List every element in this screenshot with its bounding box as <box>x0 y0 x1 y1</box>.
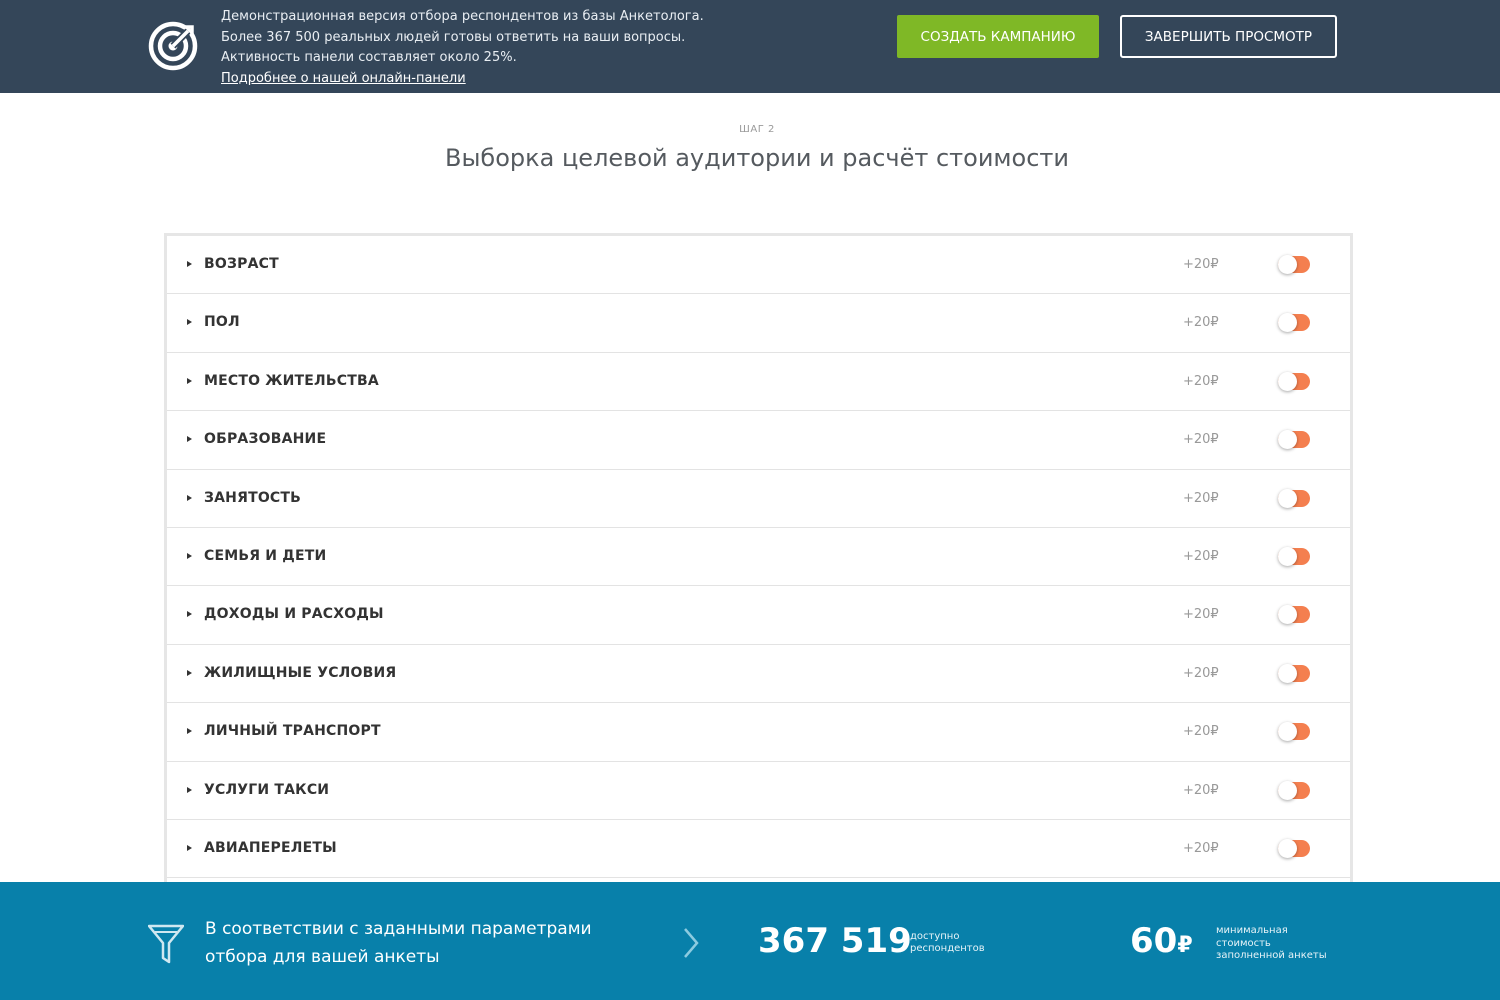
banner-line: Активность панели составляет около 25%. <box>221 50 517 65</box>
filter-toggle[interactable] <box>1278 722 1310 742</box>
caret-right-icon <box>187 377 192 384</box>
caret-right-icon <box>187 436 192 443</box>
caret-right-icon <box>187 319 192 326</box>
toggle-knob <box>1278 780 1297 800</box>
caret-right-icon <box>187 552 192 559</box>
banner-line: Более 367 500 реальных людей готовы отве… <box>221 29 686 45</box>
filter-row-family[interactable]: СЕМЬЯ И ДЕТИ +20₽ <box>167 528 1350 587</box>
filter-toggle[interactable] <box>1278 780 1310 800</box>
caret-right-icon <box>187 669 192 676</box>
filter-price: +20₽ <box>1183 724 1219 740</box>
filter-label: СЕМЬЯ И ДЕТИ <box>204 547 327 564</box>
caption-line: стоимость <box>1216 937 1271 949</box>
filter-row-flights[interactable]: АВИАПЕРЕЛЕТЫ +20₽ <box>167 820 1350 879</box>
filter-price: +20₽ <box>1183 548 1219 564</box>
summary-bar: В соответствии с заданными параметрами о… <box>0 882 1500 1000</box>
caption-line: заполненной анкеты <box>1216 950 1327 961</box>
filter-toggle[interactable] <box>1278 371 1310 391</box>
filter-label: УСЛУГИ ТАКСИ <box>204 781 330 798</box>
filter-row-education[interactable]: ОБРАЗОВАНИЕ +20₽ <box>167 411 1350 470</box>
min-cost: 60₽ <box>1130 921 1193 961</box>
min-cost-caption: минимальная стоимость заполненной анкеты <box>1216 925 1356 963</box>
caret-right-icon <box>187 494 192 501</box>
toggle-knob <box>1278 371 1297 391</box>
filter-price: +20₽ <box>1183 315 1219 331</box>
filter-row-income[interactable]: ДОХОДЫ И РАСХОДЫ +20₽ <box>167 586 1350 645</box>
step-label: ШАГ 2 <box>739 124 775 135</box>
summary-line: В соответствии с заданными параметрами <box>205 919 592 939</box>
toggle-knob <box>1278 430 1297 450</box>
page-title: Выборка целевой аудитории и расчёт стоим… <box>445 144 1069 172</box>
filter-price: +20₽ <box>1183 782 1219 798</box>
filter-row-age[interactable]: ВОЗРАСТ +20₽ <box>167 236 1350 295</box>
filter-price: +20₽ <box>1183 840 1219 856</box>
toggle-knob <box>1278 313 1297 333</box>
filter-row-taxi[interactable]: УСЛУГИ ТАКСИ +20₽ <box>167 762 1350 820</box>
summary-line: отбора для вашей анкеты <box>205 947 440 967</box>
filter-row-residence[interactable]: МЕСТО ЖИТЕЛЬСТВА +20₽ <box>167 353 1350 412</box>
filter-price: +20₽ <box>1183 665 1219 681</box>
caret-right-icon <box>187 261 192 267</box>
filter-row-transport[interactable]: ЛИЧНЫЙ ТРАНСПОРТ +20₽ <box>167 703 1350 762</box>
finish-preview-button[interactable]: ЗАВЕРШИТЬ ПРОСМОТР <box>1120 15 1337 58</box>
audience-filter-list: ВОЗРАСТ +20₽ ПОЛ +20₽ МЕСТО ЖИТЕЛЬСТВА +… <box>164 233 1353 893</box>
banner-line: Демонстрационная версия отбора респонден… <box>221 9 704 24</box>
caret-right-icon <box>187 611 192 618</box>
panel-info-link[interactable]: Подробнее о нашей онлайн-панели <box>221 69 841 90</box>
filter-label: ЗАНЯТОСТЬ <box>204 489 302 506</box>
toggle-knob <box>1278 838 1297 858</box>
filter-toggle[interactable] <box>1278 838 1310 858</box>
filter-price: +20₽ <box>1183 607 1219 623</box>
filter-label: АВИАПЕРЕЛЕТЫ <box>204 839 337 856</box>
summary-text: В соответствии с заданными параметрами о… <box>205 915 625 971</box>
filter-label: ДОХОДЫ И РАСХОДЫ <box>204 606 384 623</box>
toggle-knob <box>1278 722 1297 742</box>
filter-row-housing[interactable]: ЖИЛИЩНЫЕ УСЛОВИЯ +20₽ <box>167 645 1350 704</box>
funnel-icon <box>148 924 184 964</box>
toggle-knob <box>1278 488 1297 508</box>
respondent-count-caption: доступно респондентов <box>910 931 1020 955</box>
caption-line: доступно <box>910 931 960 942</box>
filter-toggle[interactable] <box>1278 663 1310 683</box>
filter-toggle[interactable] <box>1278 488 1310 508</box>
filter-row-gender[interactable]: ПОЛ +20₽ <box>167 294 1350 353</box>
respondent-count: 367 519 <box>758 921 912 961</box>
filter-price: +20₽ <box>1183 257 1219 272</box>
caption-line: респондентов <box>910 943 985 954</box>
target-logo-icon <box>148 21 198 71</box>
filter-label: МЕСТО ЖИТЕЛЬСТВА <box>204 372 379 389</box>
filter-toggle[interactable] <box>1278 546 1310 566</box>
filter-toggle[interactable] <box>1278 605 1310 625</box>
filter-toggle[interactable] <box>1278 430 1310 450</box>
filter-price: +20₽ <box>1183 490 1219 506</box>
filter-label: ОБРАЗОВАНИЕ <box>204 431 327 448</box>
toggle-knob <box>1278 546 1297 566</box>
toggle-knob <box>1278 605 1297 625</box>
filter-price: +20₽ <box>1183 373 1219 389</box>
caret-right-icon <box>187 728 192 735</box>
create-campaign-button[interactable]: СОЗДАТЬ КАМПАНИЮ <box>897 15 1099 58</box>
toggle-knob <box>1278 663 1297 683</box>
caret-right-icon <box>187 786 192 793</box>
filter-row-employment[interactable]: ЗАНЯТОСТЬ +20₽ <box>167 470 1350 528</box>
banner-intro: Демонстрационная версия отбора респонден… <box>221 7 841 89</box>
demo-banner: Демонстрационная версия отбора респонден… <box>0 0 1500 93</box>
filter-label: ЛИЧНЫЙ ТРАНСПОРТ <box>204 723 381 740</box>
filter-label: ВОЗРАСТ <box>204 256 279 272</box>
filter-label: ПОЛ <box>204 314 240 331</box>
min-cost-value: 60 <box>1130 921 1178 961</box>
filter-price: +20₽ <box>1183 432 1219 448</box>
currency-sign: ₽ <box>1177 933 1193 958</box>
filter-toggle[interactable] <box>1278 255 1310 274</box>
chevron-right-icon <box>684 928 699 958</box>
caret-right-icon <box>187 844 192 851</box>
caption-line: минимальная <box>1216 925 1288 936</box>
toggle-knob <box>1278 255 1297 274</box>
filter-label: ЖИЛИЩНЫЕ УСЛОВИЯ <box>204 664 397 681</box>
filter-toggle[interactable] <box>1278 313 1310 333</box>
